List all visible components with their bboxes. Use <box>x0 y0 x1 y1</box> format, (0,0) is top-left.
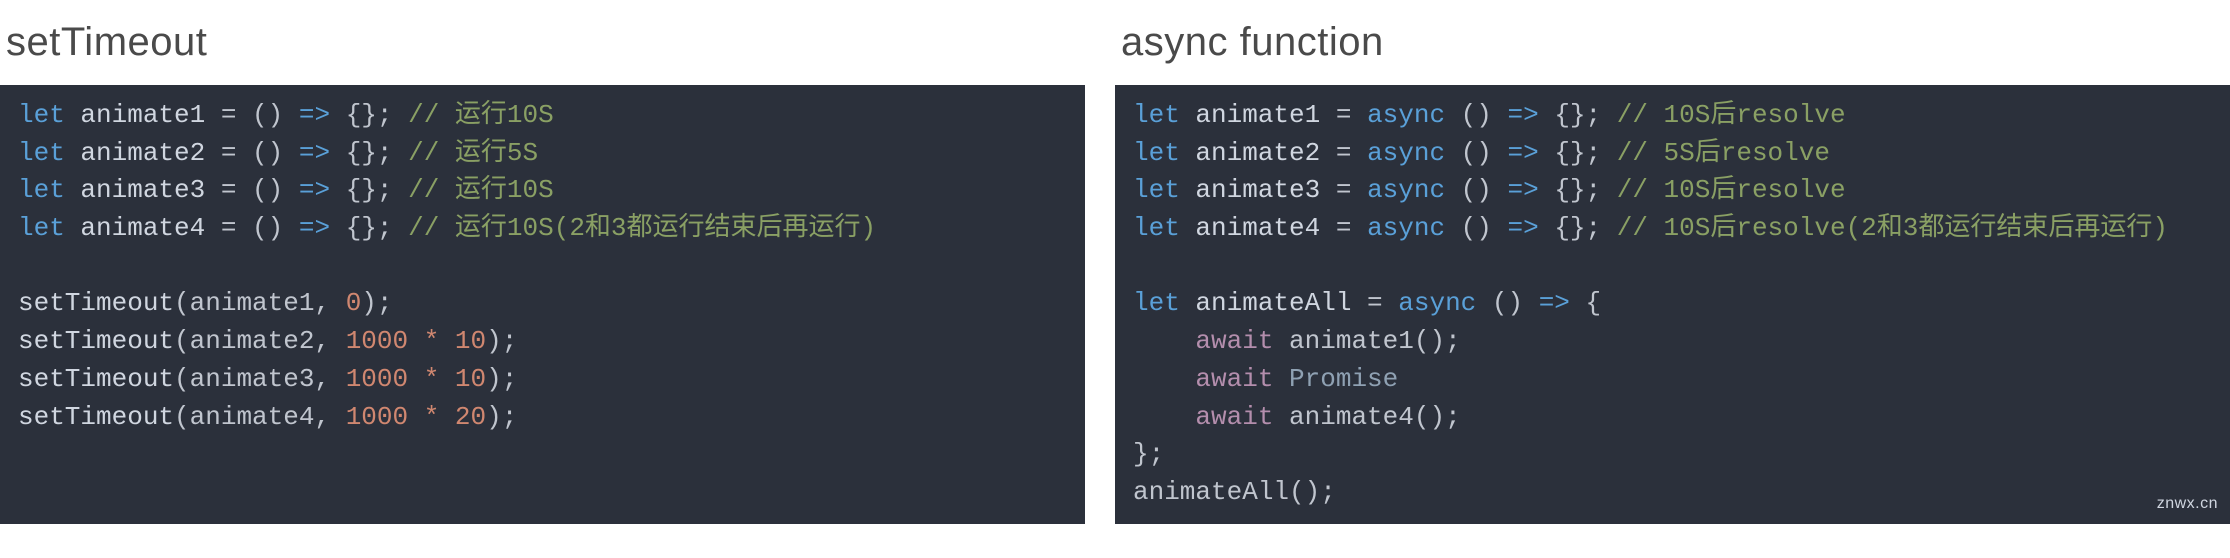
code-line: await animate4(); <box>1133 402 1461 432</box>
left-code-block: let animate1 = () => {}; // 运行10S let an… <box>0 85 1085 524</box>
code-line: setTimeout(animate1, 0); <box>18 288 393 318</box>
code-line: let animate2 = async () => {}; // 5S后res… <box>1133 138 1830 168</box>
code-line: let animateAll = async () => { <box>1133 288 1601 318</box>
watermark: znwx.cn <box>2157 492 2218 515</box>
left-column: setTimeout let animate1 = () => {}; // 运… <box>0 0 1085 524</box>
code-line: await Promise <box>1133 364 1398 394</box>
code-line: let animate1 = async () => {}; // 10S后re… <box>1133 100 1846 130</box>
code-line: setTimeout(animate4, 1000 * 20); <box>18 402 517 432</box>
code-line: let animate4 = () => {}; // 运行10S(2和3都运行… <box>18 213 876 243</box>
code-line: }; <box>1133 439 1164 469</box>
right-heading: async function <box>1115 0 2230 85</box>
right-column: async function let animate1 = async () =… <box>1115 0 2230 524</box>
code-line: let animate1 = () => {}; // 运行10S <box>18 100 554 130</box>
code-line: await animate1(); <box>1133 326 1461 356</box>
code-line: let animate2 = () => {}; // 运行5S <box>18 138 538 168</box>
code-line: let animate3 = () => {}; // 运行10S <box>18 175 554 205</box>
code-line: setTimeout(animate3, 1000 * 10); <box>18 364 517 394</box>
code-line: let animate3 = async () => {}; // 10S后re… <box>1133 175 1846 205</box>
code-line: let animate4 = async () => {}; // 10S后re… <box>1133 213 2168 243</box>
right-code-block: let animate1 = async () => {}; // 10S后re… <box>1115 85 2230 524</box>
code-line: animateAll(); <box>1133 477 1336 507</box>
code-line: setTimeout(animate2, 1000 * 10); <box>18 326 517 356</box>
left-heading: setTimeout <box>0 0 1085 85</box>
